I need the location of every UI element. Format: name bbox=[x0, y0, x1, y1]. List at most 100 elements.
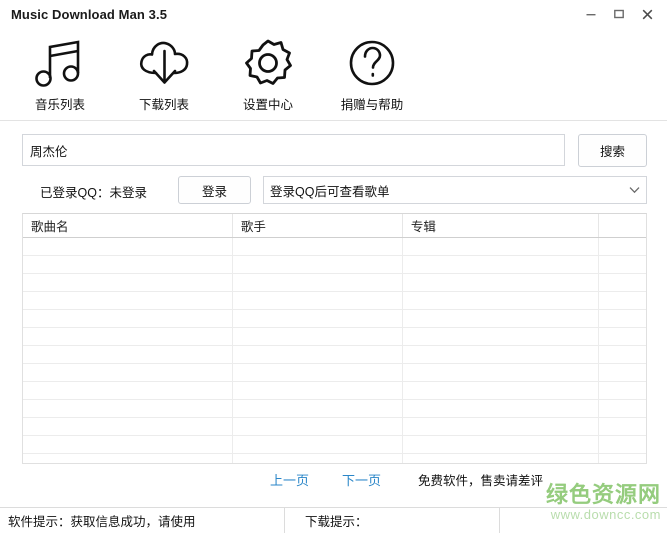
column-header-album[interactable]: 专辑 bbox=[402, 214, 600, 238]
table-cell-album bbox=[402, 453, 600, 463]
toolbar-label: 设置中心 bbox=[242, 98, 293, 112]
table-cell-artist bbox=[232, 435, 403, 454]
table-cell-artist bbox=[232, 309, 403, 328]
cloud-download-icon bbox=[134, 36, 194, 92]
table-cell-artist bbox=[232, 453, 403, 463]
table-cell-extra bbox=[598, 291, 646, 310]
title-bar: Music Download Man 3.5 bbox=[0, 0, 667, 28]
table-cell-album bbox=[402, 291, 600, 310]
login-row: 已登录QQ：未登录 登录 登录QQ后可查看歌单 bbox=[22, 176, 647, 204]
table-cell-song bbox=[23, 381, 233, 400]
search-button[interactable]: 搜索 bbox=[578, 134, 647, 167]
chevron-down-icon bbox=[629, 186, 640, 194]
table-cell-extra bbox=[598, 399, 646, 418]
prev-page-link[interactable]: 上一页 bbox=[270, 470, 309, 489]
table-cell-artist bbox=[232, 273, 403, 292]
column-header-extra[interactable] bbox=[598, 214, 646, 238]
toolbar-label: 音乐列表 bbox=[34, 98, 85, 112]
table-cell-song bbox=[23, 399, 233, 418]
column-header-artist[interactable]: 歌手 bbox=[232, 214, 403, 238]
close-icon bbox=[642, 9, 652, 19]
table-cell-album bbox=[402, 417, 600, 436]
music-note-icon bbox=[32, 36, 88, 92]
table-cell-album bbox=[402, 363, 600, 382]
table-cell-extra bbox=[598, 309, 646, 328]
window-controls bbox=[577, 0, 661, 28]
table-row[interactable] bbox=[23, 435, 646, 454]
playlist-dropdown-value: 登录QQ后可查看歌单 bbox=[270, 184, 390, 199]
table-cell-album bbox=[402, 345, 600, 364]
status-spacer bbox=[500, 508, 667, 533]
table-row[interactable] bbox=[23, 309, 646, 328]
table-cell-song bbox=[23, 291, 233, 310]
table-row[interactable] bbox=[23, 345, 646, 364]
software-hint: 软件提示：获取信息成功，请使用 bbox=[0, 508, 285, 533]
table-cell-artist bbox=[232, 291, 403, 310]
table-cell-album bbox=[402, 255, 600, 274]
table-cell-song bbox=[23, 327, 233, 346]
table-row[interactable] bbox=[23, 273, 646, 292]
pagination-bar: 上一页 下一页 免费软件，售卖请差评 bbox=[22, 470, 647, 490]
toolbar-item-music-list[interactable]: 音乐列表 bbox=[8, 28, 112, 113]
minimize-button[interactable] bbox=[577, 1, 605, 27]
table-cell-artist bbox=[232, 363, 403, 382]
table-cell-extra bbox=[598, 345, 646, 364]
table-cell-extra bbox=[598, 255, 646, 274]
table-cell-extra bbox=[598, 453, 646, 463]
maximize-icon bbox=[614, 9, 624, 19]
table-cell-extra bbox=[598, 435, 646, 454]
table-cell-song bbox=[23, 453, 233, 463]
table-cell-album bbox=[402, 309, 600, 328]
table-cell-song bbox=[23, 363, 233, 382]
table-row[interactable] bbox=[23, 417, 646, 436]
playlist-dropdown[interactable]: 登录QQ后可查看歌单 bbox=[263, 176, 647, 204]
login-button[interactable]: 登录 bbox=[178, 176, 251, 204]
table-cell-song bbox=[23, 309, 233, 328]
table-cell-album bbox=[402, 273, 600, 292]
search-input[interactable] bbox=[22, 134, 565, 166]
toolbar-item-donate-help[interactable]: 捐赠与帮助 bbox=[320, 28, 424, 113]
results-table: 歌曲名 歌手 专辑 bbox=[23, 214, 646, 463]
table-cell-extra bbox=[598, 327, 646, 346]
table-row[interactable] bbox=[23, 363, 646, 382]
free-software-notice: 免费软件，售卖请差评 bbox=[418, 474, 544, 488]
toolbar-label: 捐赠与帮助 bbox=[340, 98, 404, 112]
table-cell-extra bbox=[598, 363, 646, 382]
table-cell-extra bbox=[598, 273, 646, 292]
column-header-song[interactable]: 歌曲名 bbox=[23, 214, 233, 238]
table-cell-song bbox=[23, 273, 233, 292]
table-cell-artist bbox=[232, 255, 403, 274]
table-cell-song bbox=[23, 237, 233, 256]
maximize-button[interactable] bbox=[605, 1, 633, 27]
table-cell-album bbox=[402, 381, 600, 400]
download-hint: 下载提示： bbox=[285, 508, 500, 533]
table-row[interactable] bbox=[23, 453, 646, 463]
table-row[interactable] bbox=[23, 327, 646, 346]
table-row[interactable] bbox=[23, 255, 646, 274]
table-row[interactable] bbox=[23, 381, 646, 400]
table-row[interactable] bbox=[23, 237, 646, 256]
results-table-container[interactable]: 歌曲名 歌手 专辑 bbox=[22, 213, 647, 464]
toolbar-label: 下载列表 bbox=[138, 98, 189, 112]
table-row[interactable] bbox=[23, 399, 646, 418]
toolbar-item-settings[interactable]: 设置中心 bbox=[216, 28, 320, 113]
table-cell-artist bbox=[232, 381, 403, 400]
main-toolbar: 音乐列表 下载列表 设置中心 捐赠与帮助 bbox=[0, 28, 667, 121]
table-row[interactable] bbox=[23, 291, 646, 310]
table-cell-artist bbox=[232, 417, 403, 436]
table-cell-album bbox=[402, 237, 600, 256]
next-page-link[interactable]: 下一页 bbox=[342, 470, 381, 489]
table-cell-song bbox=[23, 345, 233, 364]
toolbar-item-download-list[interactable]: 下载列表 bbox=[112, 28, 216, 113]
table-cell-album bbox=[402, 399, 600, 418]
gear-icon bbox=[240, 36, 296, 92]
table-cell-song bbox=[23, 435, 233, 454]
table-cell-song bbox=[23, 417, 233, 436]
table-cell-artist bbox=[232, 399, 403, 418]
table-cell-extra bbox=[598, 237, 646, 256]
close-button[interactable] bbox=[633, 1, 661, 27]
table-cell-artist bbox=[232, 345, 403, 364]
table-cell-song bbox=[23, 255, 233, 274]
table-cell-artist bbox=[232, 327, 403, 346]
table-cell-album bbox=[402, 435, 600, 454]
